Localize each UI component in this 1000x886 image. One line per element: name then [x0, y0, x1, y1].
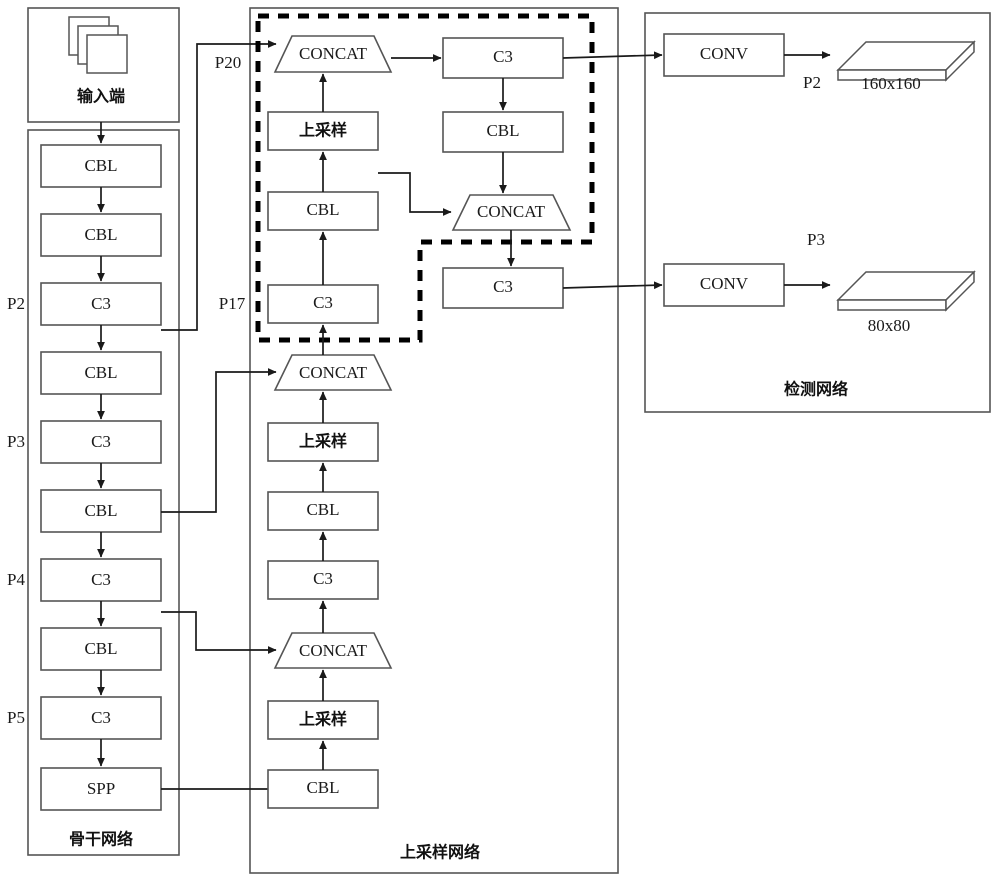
stage-tag-p2: P2 [7, 294, 25, 313]
node-c3-out-p3-label: C3 [493, 277, 513, 296]
block-cbl-3-label: CBL [84, 363, 117, 382]
detection-size-p2: 160x160 [861, 74, 921, 93]
node-concat-p20-label: CONCAT [299, 44, 368, 63]
detection-size-p3: 80x80 [868, 316, 911, 335]
block-c3-p3-label: C3 [91, 432, 111, 451]
upsample-footer: 上采样网络 [400, 843, 480, 862]
tag-p17: P17 [219, 294, 246, 313]
stage-tag-p4: P4 [7, 570, 25, 589]
block-cbl-1-label: CBL [84, 156, 117, 175]
node-concat-down-1-label: CONCAT [477, 202, 546, 221]
node-concat-2-label: CONCAT [299, 363, 368, 382]
node-cbl-up-1-label: CBL [306, 778, 339, 797]
node-cbl-up-2-label: CBL [306, 500, 339, 519]
architecture-diagram-svg: 输入端 CBL CBL C3 CBL C3 CBL C3 CBL C3 SPP [7, 7, 991, 874]
node-concat-2[interactable]: CONCAT [273, 354, 393, 391]
stacked-images-icon [68, 16, 128, 74]
block-c3-p2-label: C3 [91, 294, 111, 313]
block-spp-label: SPP [87, 779, 115, 798]
backbone-footer: 骨干网络 [69, 830, 133, 849]
node-concat-p20[interactable]: CONCAT [273, 35, 393, 73]
node-upsample-3-label: 上采样 [299, 121, 347, 140]
tag-p20: P20 [215, 53, 241, 72]
detection-tag-p2: P2 [803, 73, 821, 92]
block-c3-p4-label: C3 [91, 570, 111, 589]
node-concat-1-label: CONCAT [299, 641, 368, 660]
detection-footer: 检测网络 [784, 380, 848, 399]
node-c3-out-p2-label: C3 [493, 47, 513, 66]
block-c3-p5-label: C3 [91, 708, 111, 727]
upsample-right-arrows [499, 78, 515, 267]
stage-tag-p5: P5 [7, 708, 25, 727]
detection-tag-p3: P3 [807, 230, 825, 249]
cbl-to-concat-down-path [378, 172, 452, 216]
block-cbl-5-label: CBL [84, 639, 117, 658]
stage-tag-p3: P3 [7, 432, 25, 451]
node-concat-1[interactable]: CONCAT [273, 632, 393, 669]
input-label: 输入端 [77, 87, 125, 106]
node-cbl-up-3-label: CBL [306, 200, 339, 219]
node-conv-1-label: CONV [700, 44, 749, 63]
diagram-canvas: 输入端 CBL CBL C3 CBL C3 CBL C3 CBL C3 SPP [0, 0, 1000, 886]
node-c3-p17-label: C3 [313, 293, 333, 312]
node-c3-up-2-label: C3 [313, 569, 333, 588]
block-cbl-4-label: CBL [84, 501, 117, 520]
node-upsample-1-label: 上采样 [299, 710, 347, 729]
node-cbl-down-1-label: CBL [486, 121, 519, 140]
c3-to-conv-paths [562, 51, 663, 290]
node-concat-down-1[interactable]: CONCAT [451, 194, 572, 231]
feature-map-slab-p3 [836, 270, 976, 312]
node-conv-2-label: CONV [700, 274, 749, 293]
block-cbl-2-label: CBL [84, 225, 117, 244]
node-upsample-2-label: 上采样 [299, 432, 347, 451]
